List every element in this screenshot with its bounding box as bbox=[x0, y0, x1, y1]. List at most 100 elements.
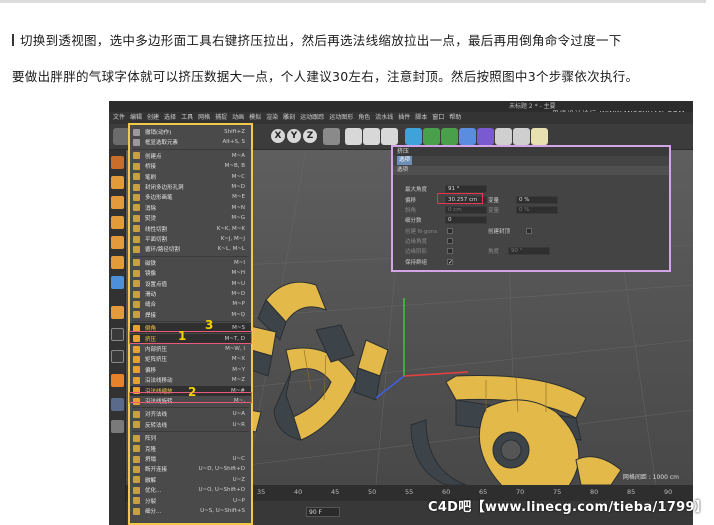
keep-groups-label: 保持群组 bbox=[405, 259, 428, 266]
cube-object-icon[interactable] bbox=[405, 128, 422, 145]
x-axis-toggle[interactable]: X bbox=[271, 129, 285, 143]
context-menu-item[interactable]: 焊接 M~Q bbox=[130, 310, 251, 320]
menu-item-label: 阵列 bbox=[145, 436, 157, 443]
menu-item[interactable]: 雕刻 bbox=[283, 112, 295, 124]
keep-groups-checkbox[interactable] bbox=[447, 258, 453, 265]
tab-options[interactable]: 选项 bbox=[397, 156, 413, 165]
bevel-row: 斜角 0 cm bbox=[405, 205, 487, 214]
end-frame-field[interactable]: 90 F bbox=[306, 507, 340, 517]
context-menu-item[interactable]: 分裂 U~P bbox=[130, 496, 251, 506]
menu-item[interactable]: 窗口 bbox=[432, 112, 444, 124]
render-picture-icon[interactable] bbox=[363, 128, 380, 145]
context-menu-item[interactable]: 对齐法线 U~A bbox=[130, 409, 251, 419]
watermark-bottom: C4D吧【www.linecg.com/tieba/1799】 bbox=[428, 500, 709, 515]
edges-mode-icon[interactable] bbox=[111, 256, 124, 269]
variance2-field[interactable]: 0 % bbox=[516, 205, 558, 214]
menu-item[interactable]: 渲染 bbox=[266, 112, 278, 124]
context-menu-item[interactable]: 细分... U~S, U~Shift+S bbox=[130, 506, 251, 516]
render-settings-icon[interactable] bbox=[381, 128, 398, 145]
sculpt-icon[interactable] bbox=[111, 374, 124, 387]
context-menu-item[interactable]: 设置点值 M~U bbox=[130, 279, 251, 289]
context-menu-item[interactable]: 桥接 M~B, B bbox=[130, 161, 251, 171]
menu-item-shortcut: M~P bbox=[232, 301, 245, 308]
menu-item[interactable]: 运动跟踪 bbox=[300, 112, 324, 124]
max-angle-field[interactable]: 91 ° bbox=[445, 184, 487, 193]
timeline-tick: 55 bbox=[405, 488, 414, 496]
menu-item[interactable]: 流水线 bbox=[375, 112, 393, 124]
context-menu-item[interactable]: 克隆 bbox=[130, 444, 251, 454]
angle-field[interactable]: 90 ° bbox=[508, 246, 550, 255]
render-view-icon[interactable] bbox=[345, 128, 362, 145]
texture-mode-icon[interactable] bbox=[111, 196, 124, 209]
y-axis-toggle[interactable]: Y bbox=[287, 129, 301, 143]
context-menu-item[interactable]: 创建点 M~A bbox=[130, 151, 251, 161]
model-mode-icon[interactable] bbox=[111, 176, 124, 189]
context-menu-item[interactable]: 线性切割 K~K, M~K bbox=[130, 224, 251, 234]
menu-item-label: 设置点值 bbox=[145, 281, 168, 288]
step-number-3: 3 bbox=[205, 318, 214, 332]
menu-item-icon bbox=[133, 162, 140, 170]
camera-icon[interactable] bbox=[513, 128, 530, 145]
menu-item[interactable]: 文件 bbox=[113, 112, 125, 124]
light-icon[interactable] bbox=[531, 128, 548, 145]
subdivision-icon[interactable] bbox=[441, 128, 458, 145]
menu-item[interactable]: 角色 bbox=[358, 112, 370, 124]
context-menu-item[interactable]: 偏移 M~Y bbox=[130, 365, 251, 375]
context-menu-item[interactable]: 反转法线 U~R bbox=[130, 420, 251, 430]
context-menu-item[interactable]: 融解 U~Z bbox=[130, 475, 251, 485]
context-menu-item[interactable]: 封闭多边形孔洞 M~D bbox=[130, 182, 251, 192]
workplane-icon[interactable] bbox=[111, 216, 124, 229]
angle-label: 角度 bbox=[488, 248, 500, 255]
layer-icon[interactable] bbox=[111, 420, 124, 433]
z-axis-toggle[interactable]: Z bbox=[303, 129, 317, 143]
menu-item[interactable]: 运动图形 bbox=[329, 112, 353, 124]
make-editable-icon[interactable] bbox=[111, 156, 124, 169]
phong-checkbox[interactable] bbox=[447, 247, 453, 254]
variance-field[interactable]: 0 % bbox=[516, 195, 558, 204]
context-menu-item[interactable]: 坍塌 U~C bbox=[130, 454, 251, 464]
ngons-checkbox[interactable] bbox=[447, 227, 453, 234]
menu-item-label: 缝合 bbox=[145, 302, 157, 309]
context-menu-item[interactable]: 多边形画笔 M~E bbox=[130, 192, 251, 202]
scene-icon[interactable] bbox=[495, 128, 512, 145]
context-menu-item[interactable]: 优化... U~O, U~Shift+O bbox=[130, 485, 251, 495]
pen-spline-icon[interactable] bbox=[423, 128, 440, 145]
offset-highlight-box bbox=[437, 193, 483, 204]
context-menu-item[interactable]: 滑动 M~O bbox=[130, 289, 251, 299]
axis-mode-icon[interactable] bbox=[111, 306, 124, 319]
grid-icon[interactable] bbox=[111, 398, 124, 411]
menu-item[interactable]: 插件 bbox=[398, 112, 410, 124]
window-title: 未标题 2 * - 主要 bbox=[509, 103, 556, 110]
edge-angle-checkbox[interactable] bbox=[447, 237, 453, 244]
menu-item-shortcut: Shift+Z bbox=[224, 129, 245, 135]
polygons-mode-icon[interactable] bbox=[111, 276, 124, 289]
context-menu-item[interactable]: 平面切割 K~J, M~J bbox=[130, 234, 251, 244]
context-menu-item[interactable]: 磁铁 M~I bbox=[130, 258, 251, 268]
subdivision-field[interactable]: 0 bbox=[445, 215, 487, 224]
edge-angle-label: 边缘角度 bbox=[405, 238, 428, 245]
array-icon[interactable] bbox=[459, 128, 476, 145]
enable-snap-icon[interactable] bbox=[111, 328, 124, 341]
context-menu-item[interactable]: 缝合 M~P bbox=[130, 299, 251, 309]
menu-item[interactable]: 帮助 bbox=[449, 112, 461, 124]
context-menu-item[interactable]: 断开连接 U~D, U~Shift+D bbox=[130, 464, 251, 474]
deformer-icon[interactable] bbox=[477, 128, 494, 145]
solo-mode-icon[interactable] bbox=[111, 350, 124, 363]
context-menu-item[interactable]: 笔刷 M~C bbox=[130, 172, 251, 182]
context-menu-item[interactable]: 镜像 M~H bbox=[130, 268, 251, 278]
context-menu-item[interactable]: 循环/路径切割 K~L, M~L bbox=[130, 244, 251, 254]
context-menu-item[interactable]: 消除 M~N bbox=[130, 203, 251, 213]
coordinate-system-icon[interactable] bbox=[323, 128, 340, 145]
menu-item[interactable]: 脚本 bbox=[415, 112, 427, 124]
context-menu-item[interactable]: 撤销(动作) Shift+Z bbox=[130, 127, 251, 137]
context-menu-item[interactable]: 框显选取元素 Alt+S, S bbox=[130, 137, 251, 147]
context-menu-item[interactable]: 矩阵挤压 M~X bbox=[130, 354, 251, 364]
bevel-field[interactable]: 0 cm bbox=[445, 205, 487, 214]
points-mode-icon[interactable] bbox=[111, 236, 124, 249]
context-menu-item[interactable]: 内部挤压 M~W, I bbox=[130, 344, 251, 354]
keep-groups-row: 保持群组 bbox=[405, 257, 453, 266]
cap-checkbox[interactable] bbox=[526, 227, 532, 234]
context-menu-item[interactable]: 熨烫 M~G bbox=[130, 213, 251, 223]
context-menu-item[interactable]: 阵列 bbox=[130, 433, 251, 443]
context-menu-item[interactable]: 沿法线移动 M~Z bbox=[130, 375, 251, 385]
